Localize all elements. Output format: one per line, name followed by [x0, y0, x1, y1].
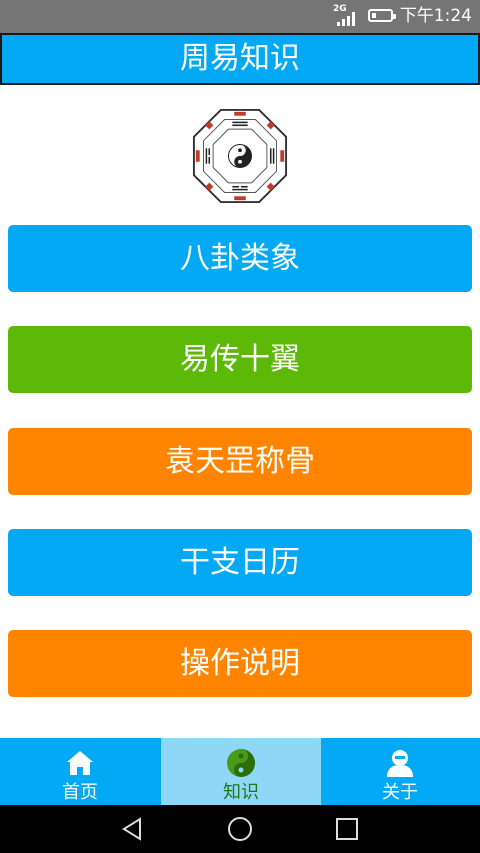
bottom-tab-bar: 首页 知识 关于	[0, 738, 480, 805]
user-icon	[387, 750, 413, 777]
tab-home-label: 首页	[62, 782, 98, 803]
tab-knowledge-label: 知识	[223, 782, 259, 803]
tab-home[interactable]: 首页	[0, 738, 160, 805]
bagua-logo	[192, 108, 288, 204]
instructions-button[interactable]: 操作说明	[8, 630, 472, 697]
signal-bars-icon	[337, 12, 357, 26]
status-bar: 2G 下午1:24	[0, 0, 480, 33]
home-circle-icon[interactable]	[226, 815, 254, 843]
status-time: 下午1:24	[399, 6, 472, 26]
tab-knowledge[interactable]: 知识	[161, 738, 321, 805]
tab-about[interactable]: 关于	[320, 738, 480, 805]
system-navigation-bar	[0, 805, 480, 853]
home-icon	[67, 751, 93, 775]
recent-apps-icon[interactable]	[333, 815, 361, 843]
page-title: 周易知识	[0, 33, 480, 85]
battery-icon	[368, 9, 396, 22]
yin-yang-icon	[227, 749, 255, 777]
bagua-category-button[interactable]: 八卦类象	[8, 225, 472, 292]
signal-indicator: 2G	[333, 4, 359, 26]
yizhuan-shiyi-button[interactable]: 易传十翼	[8, 326, 472, 393]
tab-about-label: 关于	[382, 782, 418, 803]
back-icon[interactable]	[118, 815, 146, 843]
ganzhi-calendar-button[interactable]: 干支日历	[8, 529, 472, 596]
bone-weight-fortune-button[interactable]: 袁天罡称骨	[8, 428, 472, 495]
